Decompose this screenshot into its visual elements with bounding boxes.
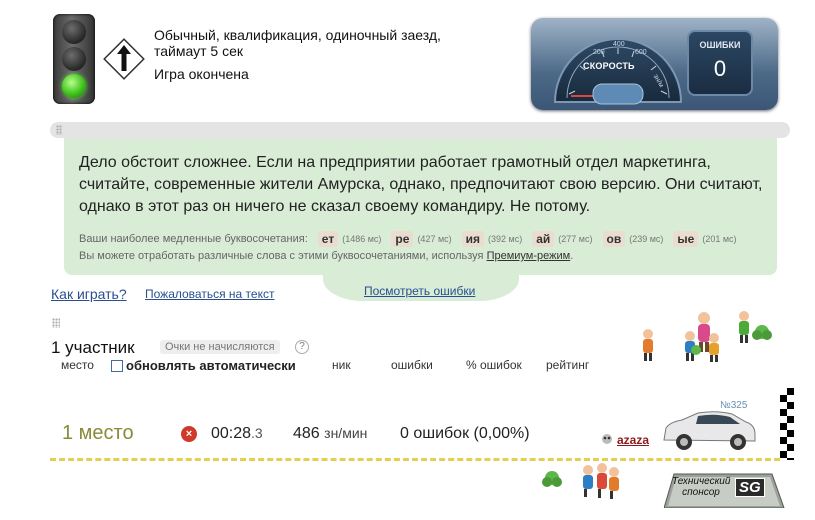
how-to-play-link[interactable]: Как играть? [51,286,127,302]
gauge-tick-label: 400 [613,41,625,48]
slow-combo: ай [532,231,555,247]
slow-combo-ms: (201 мс) [702,234,737,244]
result-place: 1 место [62,422,134,444]
sponsor-logo: SG [735,478,765,497]
slow-combo: ет [317,231,339,247]
slow-combo-ms: (392 мс) [488,234,523,244]
column-nick: ник [332,358,351,372]
traffic-light-icon [53,14,95,104]
column-percent-errors: % ошибок [466,358,522,372]
drag-grip-icon[interactable] [56,125,62,135]
result-speed: 486 зн/мин [293,425,367,443]
race-timeout-text: таймаут 5 сек [154,43,244,59]
race-text: Дело обстоит сложнее. Если на предприяти… [79,154,763,215]
column-rating: рейтинг [546,358,590,372]
traffic-lamp-green [62,74,86,98]
result-errors: 0 ошибок (0,00%) [400,425,530,442]
dashboard-panel: 200 400 600 зн/м СКОРОСТЬ ОШИБКИ 0 [531,18,778,110]
game-status-text: Игра окончена [154,66,249,82]
slow-combo: ия [461,231,485,247]
column-place: место [61,358,94,372]
sponsor-label: Технический спонсор [672,476,731,498]
drag-grip-icon[interactable] [52,318,60,328]
speed-label: СКОРОСТЬ [583,61,635,71]
complain-text-link[interactable]: Пожаловаться на текст [145,287,274,301]
premium-tip-suffix: . [570,250,574,262]
typed-text-panel: Дело обстоит сложнее. Если на предприяти… [64,138,777,275]
errors-label: ОШИБКИ [699,40,741,50]
result-time-main: 00:28 [211,425,252,442]
premium-mode-link[interactable]: Премиум-режим [487,250,571,262]
finish-flag-icon [780,388,794,460]
view-errors-link[interactable]: Посмотреть ошибки [364,284,475,298]
slow-combos-label: Ваши наиболее медленные буквосочетания: [79,233,308,245]
username-link[interactable]: azaza [617,433,649,447]
premium-tip: Вы можете отработать различные слова с э… [79,250,573,262]
premium-tip-text: Вы можете отработать различные слова с э… [79,250,484,262]
result-time: 00:28.3 [211,425,263,443]
bottom-spectators-icon [542,463,619,499]
help-icon[interactable]: ? [295,340,309,354]
result-time-fraction: .3 [251,425,263,441]
slow-combos-line: Ваши наиболее медленные буквосочетания: … [79,231,737,247]
x-icon: × [181,426,197,442]
user-avatar-icon [602,434,612,444]
road-line [50,458,780,461]
car-icon [663,411,756,450]
result-speed-unit: зн/мин [324,425,368,441]
slow-combo: ов [602,231,626,247]
slow-combo-ms: (1486 мс) [342,234,382,244]
slow-combo-ms: (277 мс) [558,234,593,244]
traffic-lamp-red [62,20,86,44]
gauge-tick-label: 200 [593,49,605,56]
no-points-badge: Очки не начисляются [160,340,280,354]
auto-update-label[interactable]: обновлять автоматически [126,358,296,373]
slow-combo: ые [673,231,699,247]
auto-update-checkbox[interactable] [111,360,123,372]
text-panel-drag-bar[interactable] [50,122,790,138]
race-mode-text: Обычный, квалификация, одиночный заезд, [154,27,441,43]
slow-combo-ms: (239 мс) [629,234,664,244]
result-speed-value: 486 [293,425,320,442]
traffic-lamp-yellow [62,47,86,71]
gauge-tick-label: 600 [635,49,647,56]
slow-combo: ре [391,231,414,247]
straight-arrow-sign-icon [103,38,145,80]
slow-combo-ms: (427 мс) [417,234,452,244]
column-errors: ошибки [391,358,433,372]
errors-panel: ОШИБКИ 0 [687,30,753,96]
errors-value: 0 [713,56,727,81]
spectators-icon [643,311,772,362]
participants-count: 1 участник [51,338,135,357]
